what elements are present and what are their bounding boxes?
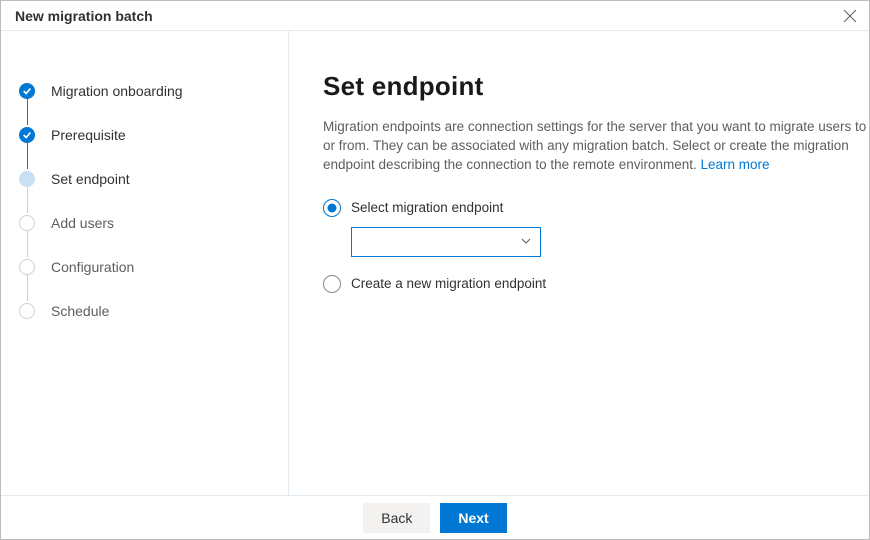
wizard-step: Schedule	[19, 289, 288, 333]
wizard-step[interactable]: Set endpoint	[19, 157, 288, 201]
option-create-endpoint[interactable]: Create a new migration endpoint	[323, 275, 869, 293]
step-label: Schedule	[51, 303, 109, 319]
radio-select-endpoint[interactable]	[323, 199, 341, 217]
step-connector	[27, 185, 28, 213]
step-label: Migration onboarding	[51, 83, 183, 99]
step-label: Prerequisite	[51, 127, 126, 143]
dialog-footer: Back Next	[1, 495, 869, 539]
step-bullet	[19, 215, 35, 231]
dialog-header: New migration batch	[1, 1, 869, 31]
option-select-endpoint[interactable]: Select migration endpoint	[323, 199, 869, 217]
chevron-down-icon	[520, 234, 532, 250]
radio-label: Select migration endpoint	[351, 200, 503, 215]
next-button[interactable]: Next	[440, 503, 506, 533]
step-label: Configuration	[51, 259, 134, 275]
check-icon	[19, 127, 35, 143]
step-bullet	[19, 171, 35, 187]
close-icon	[843, 9, 857, 23]
wizard-step[interactable]: Prerequisite	[19, 113, 288, 157]
step-connector	[27, 97, 28, 125]
wizard-step: Add users	[19, 201, 288, 245]
step-connector	[27, 273, 28, 301]
wizard-step[interactable]: Migration onboarding	[19, 69, 288, 113]
learn-more-link[interactable]: Learn more	[701, 157, 770, 172]
radio-create-endpoint[interactable]	[323, 275, 341, 293]
step-connector	[27, 141, 28, 169]
modal-dialog: New migration batch Migration onboarding…	[0, 0, 870, 540]
step-bullet	[19, 303, 35, 319]
dialog-title: New migration batch	[15, 8, 153, 24]
step-label: Set endpoint	[51, 171, 130, 187]
radio-label: Create a new migration endpoint	[351, 276, 546, 291]
step-bullet	[19, 259, 35, 275]
endpoint-dropdown[interactable]	[351, 227, 541, 257]
step-connector	[27, 229, 28, 257]
dialog-body: Migration onboarding Prerequisite Set endp…	[1, 31, 869, 495]
back-button[interactable]: Back	[363, 503, 430, 533]
step-label: Add users	[51, 215, 114, 231]
check-icon	[19, 83, 35, 99]
page-description: Migration endpoints are connection setti…	[323, 118, 869, 175]
close-button[interactable]	[843, 9, 857, 23]
main-panel: Set endpoint Migration endpoints are con…	[289, 31, 869, 495]
wizard-step: Configuration	[19, 245, 288, 289]
wizard-steps: Migration onboarding Prerequisite Set endp…	[1, 31, 289, 495]
page-title: Set endpoint	[323, 71, 869, 102]
